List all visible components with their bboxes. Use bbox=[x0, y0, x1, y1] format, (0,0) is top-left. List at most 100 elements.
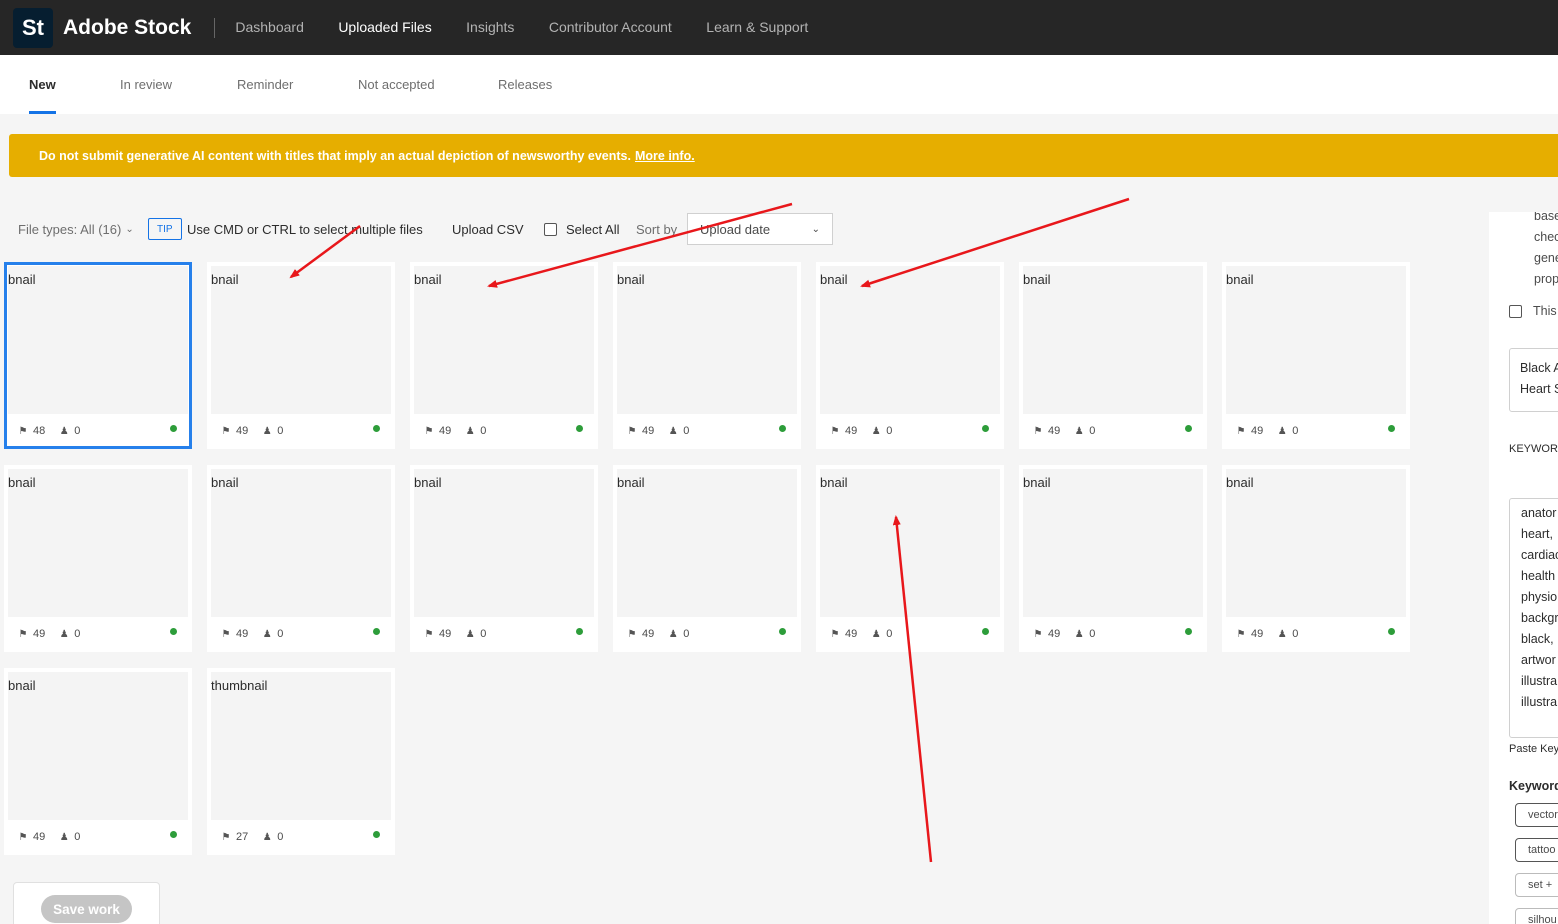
thumbnail-alt-text: bnail bbox=[1023, 272, 1051, 287]
people-icon: ♟ bbox=[871, 425, 881, 437]
tag-icon: ⚑ bbox=[1033, 628, 1043, 640]
checkbox-icon[interactable] bbox=[1509, 304, 1522, 318]
nav-insights[interactable]: Insights bbox=[466, 19, 514, 35]
status-dot bbox=[1388, 628, 1395, 635]
file-thumbnail[interactable]: bnail bbox=[8, 672, 188, 820]
file-thumbnail[interactable]: bnail bbox=[8, 266, 188, 414]
header-divider bbox=[214, 17, 216, 38]
people-icon: ♟ bbox=[465, 425, 475, 437]
thumbnail-alt-text: bnail bbox=[8, 272, 36, 287]
file-meta: ⚑ 49 ♟ 0 bbox=[424, 628, 500, 640]
status-dot bbox=[1388, 425, 1395, 432]
file-thumbnail[interactable]: bnail bbox=[1023, 469, 1203, 617]
file-card[interactable]: bnail ⚑ 49 ♟ 0 bbox=[1222, 465, 1410, 652]
title-field[interactable]: Black A Heart S bbox=[1509, 348, 1558, 412]
tab-reminder[interactable]: Reminder bbox=[237, 55, 293, 114]
file-meta: ⚑ 49 ♟ 0 bbox=[1236, 425, 1312, 437]
tab-in-review[interactable]: In review bbox=[120, 55, 172, 114]
keyword-count: 49 bbox=[642, 425, 655, 437]
ai-content-warning-banner: Do not submit generative AI content with… bbox=[9, 134, 1558, 177]
file-card[interactable]: bnail ⚑ 49 ♟ 0 bbox=[613, 465, 801, 652]
keyword-line: anator bbox=[1521, 506, 1557, 520]
file-thumbnail[interactable]: bnail bbox=[820, 266, 1000, 414]
thumbnail-alt-text: bnail bbox=[8, 678, 36, 693]
file-card[interactable]: bnail ⚑ 49 ♟ 0 bbox=[4, 465, 192, 652]
save-work-button[interactable]: Save work bbox=[41, 895, 132, 923]
keywords-textarea[interactable]: anator heart, cardiac health physio backgr bla… bbox=[1509, 498, 1558, 738]
file-card[interactable]: bnail ⚑ 49 ♟ 0 bbox=[1019, 465, 1207, 652]
file-types-dropdown[interactable]: File types: All (16) ⌄ bbox=[18, 213, 134, 245]
file-card[interactable]: bnail ⚑ 49 ♟ 0 bbox=[207, 262, 395, 449]
thumbnail-alt-text: bnail bbox=[414, 272, 442, 287]
file-card[interactable]: thumbnail ⚑ 27 ♟ 0 bbox=[207, 668, 395, 855]
adobe-stock-logo[interactable]: St bbox=[13, 7, 53, 48]
keyword-chip[interactable]: tattoo bbox=[1515, 838, 1558, 862]
tip-text: Use CMD or CTRL to select multiple files bbox=[187, 221, 423, 237]
file-card[interactable]: bnail ⚑ 49 ♟ 0 bbox=[816, 465, 1004, 652]
nav-contributor-account[interactable]: Contributor Account bbox=[549, 19, 672, 35]
file-card[interactable]: bnail ⚑ 49 ♟ 0 bbox=[816, 262, 1004, 449]
people-property-checkbox[interactable]: This bbox=[1509, 304, 1557, 318]
file-card[interactable]: bnail ⚑ 49 ♟ 0 bbox=[410, 262, 598, 449]
file-card[interactable]: bnail ⚑ 49 ♟ 0 bbox=[1222, 262, 1410, 449]
file-thumbnail[interactable]: thumbnail bbox=[211, 672, 391, 820]
sort-select[interactable]: Upload date ⌄ bbox=[687, 213, 833, 245]
file-thumbnail[interactable]: bnail bbox=[1226, 469, 1406, 617]
keyword-count: 49 bbox=[642, 628, 655, 640]
status-dot bbox=[373, 628, 380, 635]
file-thumbnail[interactable]: bnail bbox=[617, 469, 797, 617]
keyword-line: backgr bbox=[1521, 611, 1558, 625]
banner-more-info-link[interactable]: More info. bbox=[635, 149, 695, 163]
file-card[interactable]: bnail ⚑ 49 ♟ 0 bbox=[613, 262, 801, 449]
file-thumbnail[interactable]: bnail bbox=[414, 469, 594, 617]
file-thumbnail[interactable]: bnail bbox=[8, 469, 188, 617]
app-title[interactable]: Adobe Stock bbox=[63, 16, 191, 40]
chevron-down-icon: ⌄ bbox=[125, 223, 134, 235]
tag-icon: ⚑ bbox=[830, 425, 840, 437]
keyword-count: 49 bbox=[1048, 628, 1061, 640]
people-icon: ♟ bbox=[59, 831, 69, 843]
keyword-count: 49 bbox=[236, 628, 249, 640]
select-all-checkbox[interactable]: Select All bbox=[544, 213, 619, 245]
tag-icon: ⚑ bbox=[18, 628, 28, 640]
file-card[interactable]: bnail ⚑ 49 ♟ 0 bbox=[207, 465, 395, 652]
tab-new[interactable]: New bbox=[29, 55, 56, 114]
file-thumbnail[interactable]: bnail bbox=[414, 266, 594, 414]
tag-icon: ⚑ bbox=[424, 425, 434, 437]
checkbox-icon[interactable] bbox=[544, 222, 557, 236]
upload-csv-button[interactable]: Upload CSV bbox=[452, 213, 524, 245]
tag-icon: ⚑ bbox=[221, 425, 231, 437]
status-dot bbox=[170, 831, 177, 838]
keyword-chip[interactable]: vector bbox=[1515, 803, 1558, 827]
keyword-count: 48 bbox=[33, 425, 46, 437]
file-thumbnail[interactable]: bnail bbox=[211, 469, 391, 617]
tab-not-accepted[interactable]: Not accepted bbox=[358, 55, 435, 114]
thumbnail-alt-text: bnail bbox=[1226, 475, 1254, 490]
nav-uploaded-files[interactable]: Uploaded Files bbox=[338, 19, 431, 35]
paste-keywords-link[interactable]: Paste Keyw bbox=[1509, 743, 1558, 755]
file-card[interactable]: bnail ⚑ 48 ♟ 0 bbox=[4, 262, 192, 449]
release-count: 0 bbox=[277, 425, 284, 437]
people-icon: ♟ bbox=[59, 425, 69, 437]
file-thumbnail[interactable]: bnail bbox=[820, 469, 1000, 617]
release-count: 0 bbox=[886, 425, 893, 437]
release-count: 0 bbox=[1089, 425, 1096, 437]
file-thumbnail[interactable]: bnail bbox=[1023, 266, 1203, 414]
file-thumbnail[interactable]: bnail bbox=[617, 266, 797, 414]
keyword-chip[interactable]: set + bbox=[1515, 873, 1558, 897]
nav-learn-support[interactable]: Learn & Support bbox=[706, 19, 808, 35]
file-card[interactable]: bnail ⚑ 49 ♟ 0 bbox=[410, 465, 598, 652]
file-thumbnail[interactable]: bnail bbox=[211, 266, 391, 414]
file-card[interactable]: bnail ⚑ 49 ♟ 0 bbox=[4, 668, 192, 855]
file-thumbnail[interactable]: bnail bbox=[1226, 266, 1406, 414]
chevron-down-icon: ⌄ bbox=[811, 223, 820, 235]
tab-releases[interactable]: Releases bbox=[498, 55, 552, 114]
keyword-chip[interactable]: silhou bbox=[1515, 908, 1558, 924]
file-meta: ⚑ 48 ♟ 0 bbox=[18, 425, 94, 437]
keyword-count: 49 bbox=[236, 425, 249, 437]
status-dot bbox=[982, 425, 989, 432]
banner-text: Do not submit generative AI content with… bbox=[39, 148, 631, 163]
nav-dashboard[interactable]: Dashboard bbox=[235, 19, 304, 35]
status-dot bbox=[170, 425, 177, 432]
file-card[interactable]: bnail ⚑ 49 ♟ 0 bbox=[1019, 262, 1207, 449]
